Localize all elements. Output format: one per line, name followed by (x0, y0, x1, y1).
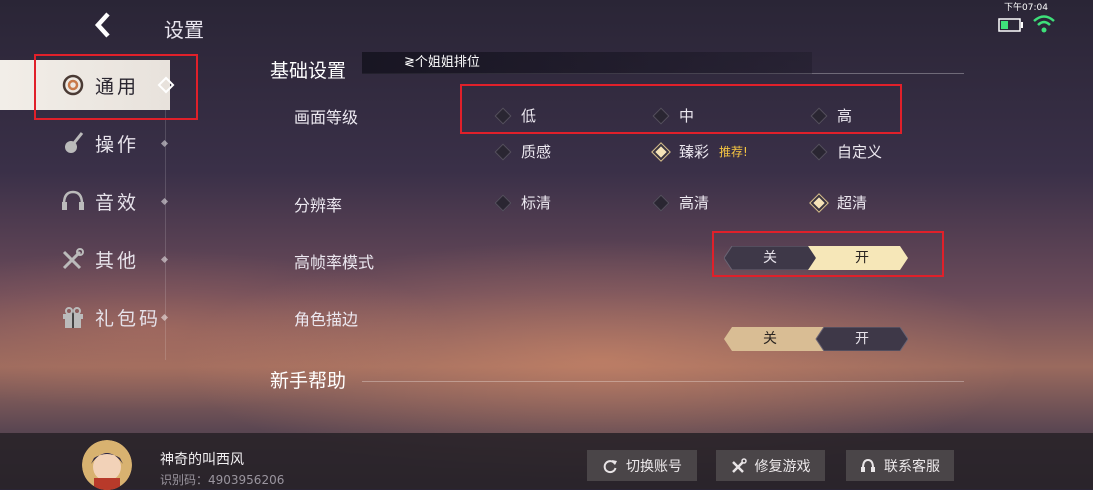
section-title-help: 新手帮助 (270, 370, 347, 392)
graphics-option-high[interactable]: 高 (810, 105, 852, 126)
radio-diamond-icon (652, 107, 670, 124)
radio-diamond-icon (810, 107, 828, 124)
toggle-off-selected[interactable]: 关 (724, 327, 816, 351)
graphics-option-texture[interactable]: 质感 (494, 141, 551, 162)
toggle-on[interactable]: 开 (816, 327, 908, 351)
sidebar-item-label: 礼包码 (95, 307, 162, 330)
switch-account-button[interactable]: 切换账号 (587, 450, 697, 481)
radio-diamond-icon (652, 194, 670, 211)
graphics-option-custom[interactable]: 自定义 (810, 141, 882, 162)
section-divider (362, 381, 964, 382)
nav-dot (160, 197, 169, 205)
refresh-icon (602, 458, 618, 474)
status-time: 下午07:04 (1004, 3, 1048, 13)
resolution-option-uhd[interactable]: 超清 (810, 192, 867, 213)
sidebar-item-other[interactable]: 其他 (0, 234, 170, 284)
sidebar-item-label: 其他 (95, 249, 140, 272)
radio-diamond-icon (494, 107, 512, 124)
player-avatar[interactable] (82, 440, 132, 490)
sidebar-item-label: 音效 (95, 191, 140, 214)
character-outline-label: 角色描边 (294, 310, 359, 329)
section-title-basic: 基础设置 (270, 60, 347, 82)
toggle-off[interactable]: 关 (724, 246, 816, 270)
nav-dot (160, 139, 169, 147)
radio-diamond-selected-icon (652, 143, 670, 160)
headset-icon (860, 458, 876, 474)
repair-game-button[interactable]: 修复游戏 (716, 450, 825, 481)
page-title: 设置 (164, 18, 204, 42)
sidebar-item-gift-code[interactable]: 礼包码 (0, 292, 170, 342)
sidebar-item-label: 操作 (95, 133, 140, 156)
tools-icon (60, 246, 86, 272)
resolution-label: 分辨率 (294, 196, 343, 215)
nav-dot (160, 313, 169, 321)
graphics-level-label: 画面等级 (294, 108, 359, 127)
tools-icon (731, 457, 747, 474)
radio-diamond-icon (494, 143, 512, 160)
gift-icon (60, 304, 86, 330)
control-icon (60, 130, 86, 156)
character-outline-toggle[interactable]: 关 开 (724, 327, 908, 351)
sidebar-item-controls[interactable]: 操作 (0, 118, 170, 168)
contact-service-button[interactable]: 联系客服 (846, 450, 954, 481)
graphics-option-ultra[interactable]: 臻彩 推荐! (652, 141, 748, 162)
resolution-option-hd[interactable]: 高清 (652, 192, 709, 213)
high-fps-label: 高帧率模式 (294, 253, 375, 272)
radio-diamond-icon (810, 143, 828, 160)
radio-diamond-selected-icon (810, 194, 828, 211)
toggle-on-selected[interactable]: 开 (816, 246, 908, 270)
headphone-icon (60, 188, 86, 214)
scrolling-notice: ≷个姐姐排位 (362, 52, 812, 74)
nav-dot (160, 255, 169, 263)
wifi-icon (1032, 14, 1056, 34)
graphics-option-medium[interactable]: 中 (652, 105, 694, 126)
resolution-option-sd[interactable]: 标清 (494, 192, 551, 213)
high-fps-toggle[interactable]: 关 开 (724, 246, 908, 270)
battery-icon (998, 17, 1024, 32)
graphics-option-low[interactable]: 低 (494, 105, 536, 126)
back-arrow-icon[interactable] (92, 10, 116, 40)
sidebar-item-audio[interactable]: 音效 (0, 176, 170, 226)
radio-diamond-icon (494, 194, 512, 211)
recommended-badge: 推荐! (719, 145, 748, 159)
player-name: 神奇的叫西风 (160, 452, 244, 468)
highlight-box (34, 54, 198, 120)
player-id: 识别码：4903956206 (160, 473, 285, 487)
